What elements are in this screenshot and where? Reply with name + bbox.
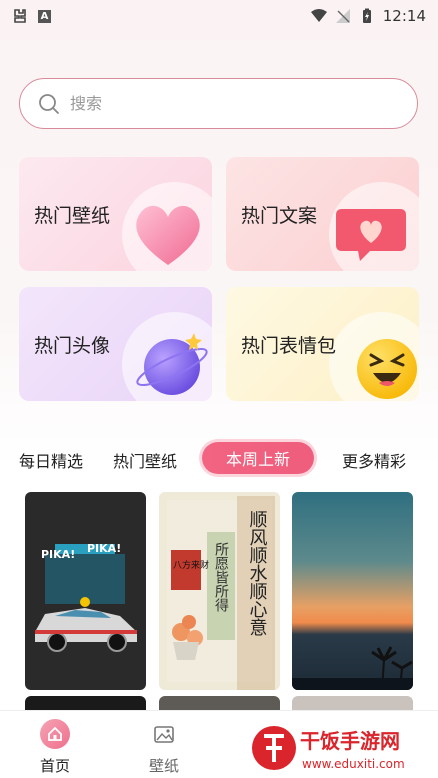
watermark-logo: 干饭手游网 www.eduxiti.com xyxy=(252,726,405,771)
search-icon xyxy=(39,93,59,114)
wallpaper-thumbnail[interactable] xyxy=(292,492,413,690)
search-bar[interactable] xyxy=(19,78,418,129)
chat-bubble-heart-icon xyxy=(336,209,406,261)
nav-wallpaper-label: 壁纸 xyxy=(148,757,179,775)
tab-more[interactable]: 更多精彩 xyxy=(342,448,406,472)
home-icon xyxy=(40,719,70,749)
category-card-copywriting[interactable]: 热门文案 xyxy=(226,157,419,271)
clock: 12:14 xyxy=(382,7,426,25)
wall2-stamp: 八方来财 xyxy=(173,559,209,571)
wallpaper-thumbnail[interactable] xyxy=(292,696,413,710)
nav-home[interactable]: 首页 xyxy=(25,719,85,776)
category-label: 热门文案 xyxy=(241,204,318,227)
nav-wallpaper[interactable]: 壁纸 xyxy=(134,719,194,776)
app-logo-icon xyxy=(14,9,26,23)
nav-home-label: 首页 xyxy=(39,757,70,775)
watermark-brand: 干饭手游网 xyxy=(300,729,400,753)
tab-hot-wallpapers[interactable]: 热门壁纸 xyxy=(113,448,177,472)
watermark: 干饭手游网 www.eduxiti.com xyxy=(252,718,438,778)
category-label: 热门表情包 xyxy=(241,334,337,357)
no-signal-icon xyxy=(335,9,350,23)
wall1-text-a: PIKA! xyxy=(41,548,75,561)
wallpaper-thumbnail[interactable]: PIKA! PIKA! xyxy=(25,492,146,690)
laughing-emoji-icon xyxy=(357,339,417,399)
planet-icon xyxy=(136,333,208,395)
category-card-wallpaper[interactable]: 热门壁纸 xyxy=(19,157,212,271)
wallpaper-thumbnail[interactable]: 顺风顺水顺心意 所愿皆所得 八方来财 xyxy=(159,492,280,690)
tab-new-this-week[interactable]: 本周上新 xyxy=(202,442,314,474)
tab-daily-picks[interactable]: 每日精选 xyxy=(19,448,83,472)
image-icon xyxy=(154,726,174,743)
wall1-text-b: PIKA! xyxy=(87,542,121,555)
category-label: 热门壁纸 xyxy=(34,204,111,227)
wallpaper-sunset-art xyxy=(292,646,413,690)
feed-tabs: 每日精选 热门壁纸 本周上新 更多精彩 xyxy=(0,440,438,476)
watermark-url: www.eduxiti.com xyxy=(302,757,405,771)
wallpaper-calligraphy-art: 顺风顺水顺心意 所愿皆所得 八方来财 xyxy=(167,496,275,690)
status-bar: A 12:14 xyxy=(0,0,438,32)
wall2-title: 顺风顺水顺心意 xyxy=(247,510,268,636)
wallpaper-thumbnail[interactable] xyxy=(25,696,146,710)
wallpaper-thumbnail[interactable] xyxy=(159,696,280,710)
category-label: 热门头像 xyxy=(34,334,111,357)
wall2-sub: 所愿皆所得 xyxy=(213,542,229,612)
heart-icon xyxy=(136,205,200,265)
wifi-icon xyxy=(310,9,327,22)
wallpaper-car-art: PIKA! PIKA! xyxy=(35,542,137,652)
notification-a-icon: A xyxy=(38,9,51,23)
category-card-avatar[interactable]: 热门头像 xyxy=(19,287,212,401)
battery-icon xyxy=(362,8,371,23)
search-input[interactable] xyxy=(70,94,370,113)
category-card-sticker[interactable]: 热门表情包 xyxy=(226,287,419,401)
